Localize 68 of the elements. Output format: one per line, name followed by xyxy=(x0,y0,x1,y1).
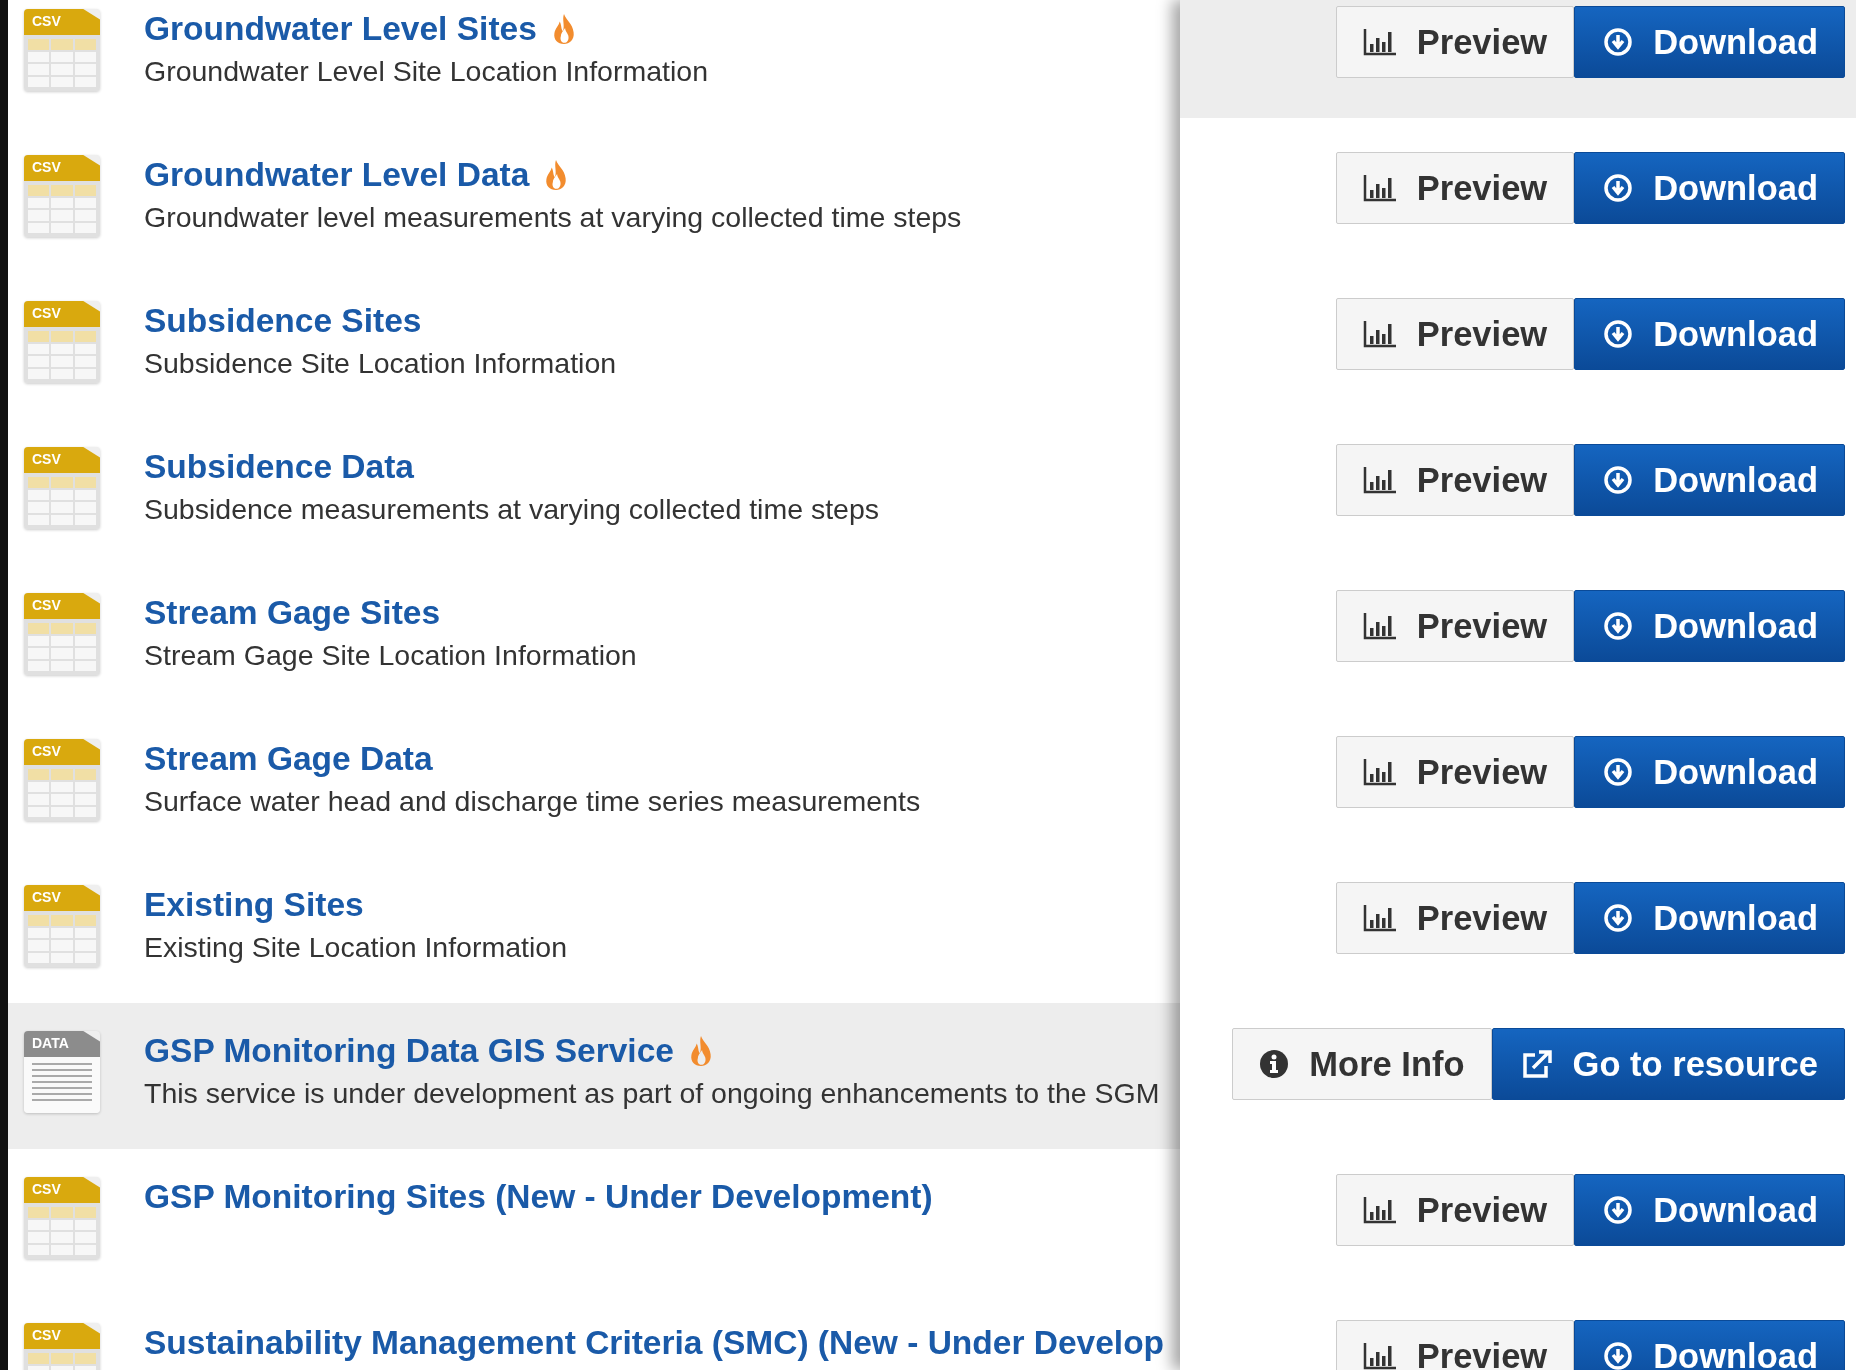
resource-title-link[interactable]: Groundwater Level Sites xyxy=(144,10,537,48)
preview-button[interactable]: Preview xyxy=(1335,736,1575,808)
bar-chart-icon xyxy=(1362,1341,1397,1370)
preview-button[interactable]: Preview xyxy=(1335,1320,1575,1370)
preview-button[interactable]: Preview xyxy=(1335,1174,1575,1246)
resource-title-link[interactable]: GSP Monitoring Sites (New - Under Development) xyxy=(144,1178,933,1216)
download-button[interactable]: Download xyxy=(1574,298,1845,370)
resource-description: Subsidence Site Location Information xyxy=(144,347,617,380)
csv-file-icon: CSV xyxy=(24,301,100,383)
download-icon xyxy=(1603,903,1634,933)
resource-description: Existing Site Location Information xyxy=(144,931,567,964)
resource-title-link[interactable]: Sustainability Management Criteria (SMC) (New - Under Develop xyxy=(144,1324,1165,1362)
resource-title-link[interactable]: Subsidence Data xyxy=(144,448,414,486)
csv-file-icon: CSV xyxy=(24,1323,100,1370)
external-link-icon xyxy=(1520,1049,1553,1079)
resource-description: Subsidence measurements at varying collected time steps xyxy=(144,493,880,526)
resource-title-link[interactable]: Subsidence Sites xyxy=(144,302,422,340)
download-icon xyxy=(1603,1341,1634,1370)
data-file-icon: DATA xyxy=(24,1031,100,1113)
preview-button[interactable]: Preview xyxy=(1335,882,1575,954)
download-button[interactable]: Download xyxy=(1574,882,1845,954)
download-button[interactable]: Download xyxy=(1574,152,1845,224)
resource-title-link[interactable]: GSP Monitoring Data GIS Service xyxy=(144,1032,674,1070)
resource-title-link[interactable]: Existing Sites xyxy=(144,886,364,924)
go-to-resource-button[interactable]: Go to resource xyxy=(1491,1028,1845,1100)
csv-file-icon: CSV xyxy=(24,1177,100,1259)
bar-chart-icon xyxy=(1362,1195,1397,1225)
download-button[interactable]: Download xyxy=(1574,444,1845,516)
resource-description: This service is under development as part of ongoing enhancements to the SGM xyxy=(144,1077,1160,1110)
download-icon xyxy=(1603,465,1634,495)
resource-title-link[interactable]: Stream Gage Data xyxy=(144,740,433,778)
preview-button[interactable]: Preview xyxy=(1335,6,1575,78)
csv-file-icon: CSV xyxy=(24,593,100,675)
download-icon xyxy=(1603,319,1634,349)
bar-chart-icon xyxy=(1362,903,1397,933)
download-button[interactable]: Download xyxy=(1574,6,1845,78)
resource-description: Surface water head and discharge time series measurements xyxy=(144,785,921,818)
more-info-button[interactable]: More Info xyxy=(1232,1028,1492,1100)
download-icon xyxy=(1603,173,1634,203)
csv-file-icon: CSV xyxy=(24,447,100,529)
download-icon xyxy=(1603,27,1634,57)
csv-file-icon: CSV xyxy=(24,885,100,967)
bar-chart-icon xyxy=(1362,27,1397,57)
info-icon xyxy=(1259,1049,1290,1079)
bar-chart-icon xyxy=(1362,465,1397,495)
csv-file-icon: CSV xyxy=(24,9,100,91)
download-button[interactable]: Download xyxy=(1574,736,1845,808)
csv-file-icon: CSV xyxy=(24,155,100,237)
download-icon xyxy=(1603,1195,1634,1225)
resource-title-link[interactable]: Stream Gage Sites xyxy=(144,594,441,632)
preview-button[interactable]: Preview xyxy=(1335,298,1575,370)
download-button[interactable]: Download xyxy=(1574,1320,1845,1370)
resource-description: Groundwater level measurements at varying collected time steps xyxy=(144,201,962,234)
download-icon xyxy=(1603,757,1634,787)
resource-description: Stream Gage Site Location Information xyxy=(144,639,637,672)
bar-chart-icon xyxy=(1362,757,1397,787)
resource-description: Groundwater Level Site Location Information xyxy=(144,55,708,88)
preview-button[interactable]: Preview xyxy=(1335,152,1575,224)
bar-chart-icon xyxy=(1362,173,1397,203)
download-button[interactable]: Download xyxy=(1574,1174,1845,1246)
download-button[interactable]: Download xyxy=(1574,590,1845,662)
preview-button[interactable]: Preview xyxy=(1335,444,1575,516)
resource-title-link[interactable]: Groundwater Level Data xyxy=(144,156,530,194)
preview-button[interactable]: Preview xyxy=(1335,590,1575,662)
bar-chart-icon xyxy=(1362,319,1397,349)
bar-chart-icon xyxy=(1362,611,1397,641)
csv-file-icon: CSV xyxy=(24,739,100,821)
download-icon xyxy=(1603,611,1634,641)
